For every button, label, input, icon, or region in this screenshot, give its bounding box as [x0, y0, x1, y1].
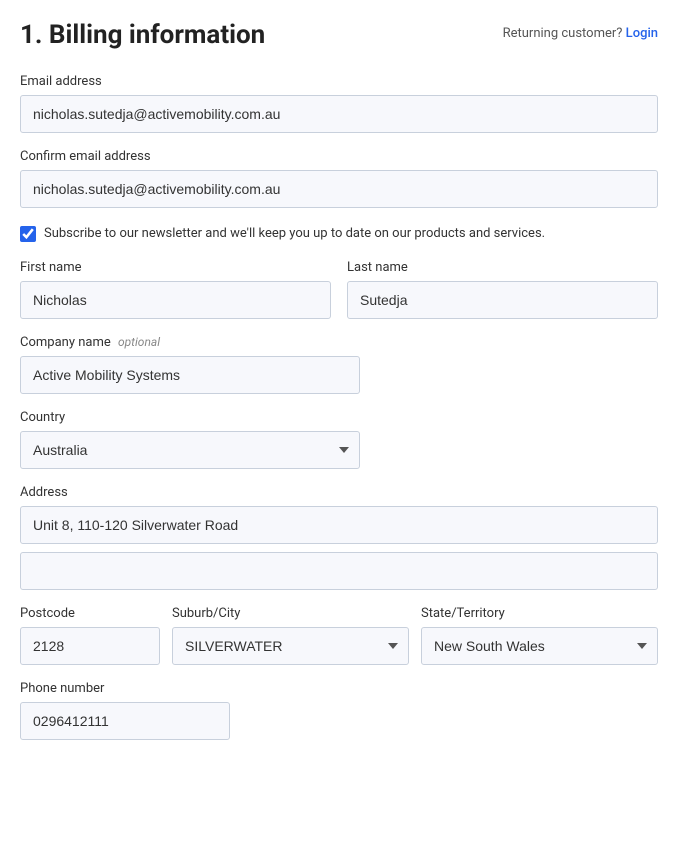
address-group: Address [20, 485, 658, 544]
suburb-select[interactable]: SILVERWATER [172, 627, 409, 665]
company-input[interactable] [20, 356, 360, 394]
newsletter-label[interactable]: Subscribe to our newsletter and we'll ke… [44, 224, 545, 244]
email-input[interactable] [20, 95, 658, 133]
suburb-label: Suburb/City [172, 606, 409, 621]
first-name-label: First name [20, 260, 331, 275]
address-line2-group [20, 552, 658, 590]
address-line2-input[interactable] [20, 552, 658, 590]
last-name-label: Last name [347, 260, 658, 275]
suburb-group: Suburb/City SILVERWATER [172, 606, 409, 665]
confirm-email-label: Confirm email address [20, 149, 658, 164]
address-label: Address [20, 485, 658, 500]
postcode-group: Postcode [20, 606, 160, 665]
company-optional: optional [118, 335, 160, 349]
phone-input[interactable] [20, 702, 230, 740]
last-name-group: Last name [347, 260, 658, 319]
state-select[interactable]: Australian Capital Territory New South W… [421, 627, 658, 665]
state-group: State/Territory Australian Capital Terri… [421, 606, 658, 665]
location-row: Postcode Suburb/City SILVERWATER State/T… [20, 606, 658, 681]
company-label: Company name optional [20, 335, 360, 350]
country-select[interactable]: Australia New Zealand United States Unit… [20, 431, 360, 469]
billing-form: Email address Confirm email address Subs… [20, 74, 658, 740]
newsletter-checkbox[interactable] [20, 226, 36, 242]
email-label: Email address [20, 74, 658, 89]
first-name-group: First name [20, 260, 331, 319]
newsletter-group: Subscribe to our newsletter and we'll ke… [20, 224, 658, 244]
page-title: 1. Billing information [20, 20, 265, 50]
confirm-email-group: Confirm email address [20, 149, 658, 208]
country-group: Country Australia New Zealand United Sta… [20, 410, 360, 469]
last-name-input[interactable] [347, 281, 658, 319]
country-label: Country [20, 410, 360, 425]
returning-customer-text: Returning customer? Login [503, 20, 658, 41]
login-link[interactable]: Login [626, 26, 658, 41]
phone-label: Phone number [20, 681, 230, 696]
phone-group: Phone number [20, 681, 230, 740]
postcode-input[interactable] [20, 627, 160, 665]
email-group: Email address [20, 74, 658, 133]
postcode-label: Postcode [20, 606, 160, 621]
first-name-input[interactable] [20, 281, 331, 319]
company-group: Company name optional [20, 335, 360, 394]
confirm-email-input[interactable] [20, 170, 658, 208]
name-row: First name Last name [20, 260, 658, 335]
state-label: State/Territory [421, 606, 658, 621]
address-line1-input[interactable] [20, 506, 658, 544]
